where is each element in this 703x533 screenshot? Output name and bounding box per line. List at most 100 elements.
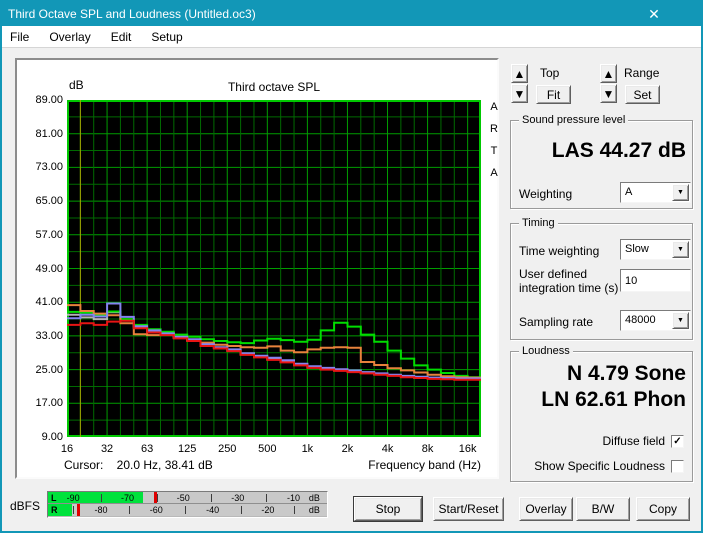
x-tick-label: 32 xyxy=(101,443,113,455)
top-up-spinner[interactable]: ▲ xyxy=(511,64,528,83)
y-tick-label: 57.00 xyxy=(21,228,63,242)
y-tick-label: 9.00 xyxy=(21,430,63,444)
loudness-group-label: Loudness xyxy=(519,345,573,357)
meter-scale-label: -40 xyxy=(206,505,219,515)
meter-scale-label: dB xyxy=(309,505,320,515)
integration-time-label: User defined integration time (s) xyxy=(519,267,619,295)
spl-group: Sound pressure level LAS 44.27 dB Weight… xyxy=(510,120,693,209)
app-window: Third Octave SPL and Loudness (Untitled.… xyxy=(0,0,703,533)
spectrum-plot xyxy=(67,100,481,437)
arta-watermark: A R T A xyxy=(487,96,501,184)
y-tick-label: 49.00 xyxy=(21,262,63,276)
range-label: Range xyxy=(624,66,659,80)
meter-row-r: R-80-60-40-20dB xyxy=(48,504,327,516)
x-tick-label: 8k xyxy=(422,443,434,455)
weighting-combobox[interactable]: A ▼ xyxy=(620,182,691,203)
meter-scale-label: -90 xyxy=(67,493,80,503)
y-tick-label: 65.00 xyxy=(21,194,63,208)
meter-row-l: L-90-70-50-30-10dB xyxy=(48,492,327,504)
menu-file[interactable]: File xyxy=(2,26,39,47)
diffuse-field-label: Diffuse field xyxy=(603,434,665,448)
meter-channel-label: L xyxy=(51,493,57,503)
spl-value: LAS 44.27 dB xyxy=(552,139,686,163)
stop-button[interactable]: Stop xyxy=(354,497,422,521)
sampling-rate-label: Sampling rate xyxy=(519,315,593,329)
meter-tick xyxy=(241,506,242,514)
x-tick-label: 2k xyxy=(342,443,354,455)
y-tick-label: 17.00 xyxy=(21,396,63,410)
meter-tick xyxy=(294,506,295,514)
x-tick-label: 1k xyxy=(302,443,314,455)
meter-scale-label: -60 xyxy=(150,505,163,515)
plot-area[interactable] xyxy=(67,100,481,437)
meter-channel-label: R xyxy=(51,505,58,515)
time-weighting-combobox[interactable]: Slow ▼ xyxy=(620,239,691,260)
diffuse-field-checkbox[interactable]: ✓ xyxy=(671,435,684,448)
weighting-value: A xyxy=(625,186,632,198)
meter-scale-label: -80 xyxy=(94,505,107,515)
x-tick-label: 4k xyxy=(382,443,394,455)
loudness-group: Loudness N 4.79 Sone LN 62.61 Phon Diffu… xyxy=(510,351,693,482)
y-tick-label: 81.00 xyxy=(21,127,63,141)
meter-peak-indicator xyxy=(77,504,80,516)
cursor-readout: Cursor: 20.0 Hz, 38.41 dB xyxy=(64,458,213,472)
x-tick-label: 250 xyxy=(218,443,236,455)
sampling-rate-value: 48000 xyxy=(625,314,656,326)
chevron-down-icon[interactable]: ▼ xyxy=(672,184,689,201)
meter-tick xyxy=(73,506,74,514)
meter-scale-label: -10 xyxy=(287,493,300,503)
menu-overlay[interactable]: Overlay xyxy=(39,26,100,47)
close-icon[interactable]: ✕ xyxy=(639,2,669,26)
spectrum-curve-blue xyxy=(67,304,481,379)
meter-tick xyxy=(211,494,212,502)
x-axis-title: Frequency band (Hz) xyxy=(368,458,481,472)
specific-loudness-row: Show Specific Loudness xyxy=(534,459,684,473)
meter-tick xyxy=(101,494,102,502)
chevron-down-icon[interactable]: ▼ xyxy=(672,241,689,258)
meter-tick xyxy=(157,494,158,502)
meter-scale-label: dB xyxy=(309,493,320,503)
menu-bar: File Overlay Edit Setup xyxy=(2,26,701,48)
chart-panel: dB Third octave SPL A R T A 89.0081.0073… xyxy=(15,58,499,479)
time-weighting-label: Time weighting xyxy=(519,244,599,258)
level-meter: L-90-70-50-30-10dBR-80-60-40-20dB xyxy=(47,491,328,518)
loudness-sone-value: N 4.79 Sone xyxy=(567,362,686,386)
timing-group-label: Timing xyxy=(519,217,558,229)
range-down-spinner[interactable]: ▼ xyxy=(600,84,617,103)
weighting-label: Weighting xyxy=(519,187,572,201)
spectrum-curve-red xyxy=(67,321,481,380)
overlay-button[interactable]: Overlay xyxy=(519,497,573,521)
start-reset-button[interactable]: Start/Reset xyxy=(433,497,504,521)
meter-scale-label: -70 xyxy=(121,493,134,503)
x-tick-label: 16 xyxy=(61,443,73,455)
integration-time-input[interactable] xyxy=(620,269,691,292)
fit-button[interactable]: Fit xyxy=(536,85,571,104)
loudness-phon-value: LN 62.61 Phon xyxy=(541,388,686,412)
specific-loudness-label: Show Specific Loudness xyxy=(534,459,665,473)
meter-tick xyxy=(266,494,267,502)
menu-setup[interactable]: Setup xyxy=(141,26,192,47)
y-tick-label: 33.00 xyxy=(21,329,63,343)
chevron-down-icon[interactable]: ▼ xyxy=(672,312,689,329)
menu-edit[interactable]: Edit xyxy=(101,26,142,47)
top-down-spinner[interactable]: ▼ xyxy=(511,84,528,103)
copy-button[interactable]: Copy xyxy=(636,497,690,521)
window-title: Third Octave SPL and Loudness (Untitled.… xyxy=(2,7,256,21)
x-tick-label: 16k xyxy=(459,443,477,455)
diffuse-field-row: Diffuse field ✓ xyxy=(603,434,684,448)
set-button[interactable]: Set xyxy=(625,85,660,104)
top-label: Top xyxy=(540,66,559,80)
timing-group: Timing Time weighting Slow ▼ User define… xyxy=(510,223,693,340)
bw-button[interactable]: B/W xyxy=(576,497,630,521)
spl-group-label: Sound pressure level xyxy=(519,114,628,126)
specific-loudness-checkbox[interactable] xyxy=(671,460,684,473)
meter-scale-label: -30 xyxy=(231,493,244,503)
meter-tick xyxy=(129,506,130,514)
chart-title: Third octave SPL xyxy=(67,80,481,94)
meter-tick xyxy=(185,506,186,514)
y-tick-label: 25.00 xyxy=(21,363,63,377)
x-tick-label: 500 xyxy=(258,443,276,455)
range-up-spinner[interactable]: ▲ xyxy=(600,64,617,83)
sampling-rate-combobox[interactable]: 48000 ▼ xyxy=(620,310,691,331)
x-tick-label: 63 xyxy=(141,443,153,455)
